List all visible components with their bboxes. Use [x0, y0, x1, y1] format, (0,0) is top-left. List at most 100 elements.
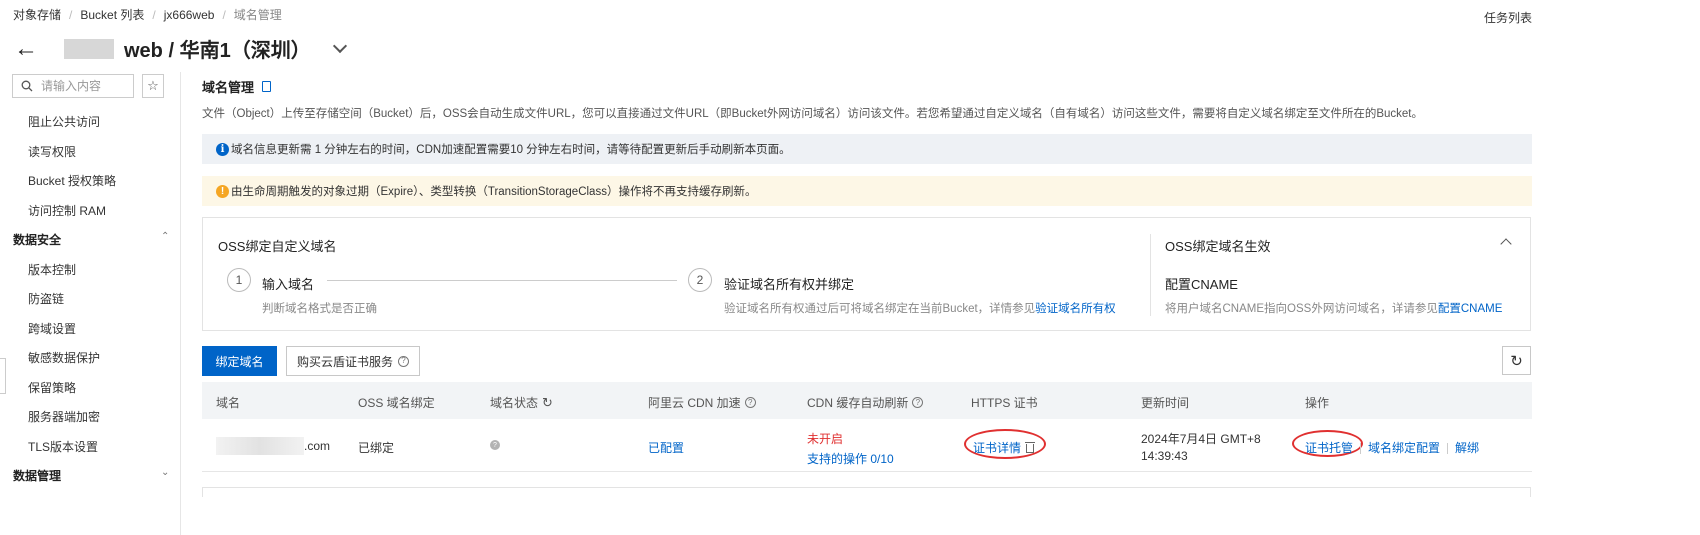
refresh-icon[interactable]: ↻ [542, 395, 553, 411]
sidebar: ☆ 阻止公共访问 读写权限 Bucket 授权策略 访问控制 RAM 数据安全 … [0, 72, 181, 535]
buy-cert-button[interactable]: 购买云盾证书服务 ? [286, 346, 420, 376]
redacted-bucket-name [64, 38, 114, 59]
sidebar-item-hotlink[interactable]: 防盗链 [28, 290, 64, 307]
step-connector [327, 280, 677, 281]
status-unknown-icon: ? [490, 440, 500, 450]
https-cert-cell: 证书详情 [973, 439, 1036, 456]
info-icon: i [216, 142, 229, 156]
page-header: ← web / 华南1（深圳） [14, 34, 347, 63]
binding-steps-card: OSS绑定自定义域名 1 输入域名 判断域名格式是否正确 2 验证域名所有权并绑… [202, 217, 1531, 331]
help-icon[interactable]: ? [744, 397, 756, 408]
side-collapse-handle[interactable] [0, 358, 6, 394]
sidebar-item-tls[interactable]: TLS版本设置 [28, 438, 98, 455]
steps-card-title: OSS绑定自定义域名 [218, 239, 337, 254]
sidebar-item-bucket-policy[interactable]: Bucket 授权策略 [28, 172, 116, 189]
col-actions: 操作 [1305, 396, 1330, 410]
cname-title: 配置CNAME [1165, 277, 1238, 292]
col-cdn-refresh-label: CDN 缓存自动刷新 [807, 396, 909, 410]
col-cdn-label: 阿里云 CDN 加速 [648, 396, 741, 410]
sidebar-item-retention[interactable]: 保留策略 [28, 379, 76, 396]
refresh-icon[interactable]: ↻ [1502, 346, 1531, 375]
col-updated: 更新时间 [1141, 396, 1190, 410]
step-1-label: 输入域名 [262, 277, 315, 292]
trash-icon[interactable] [1025, 442, 1036, 453]
step-2-desc-text: 验证域名所有权通过后可将域名绑定在当前Bucket，详情参见 [724, 303, 1036, 315]
col-cdn-refresh: CDN 缓存自动刷新 ? [807, 394, 924, 411]
cert-hosting-link[interactable]: 证书托管 [1305, 441, 1353, 455]
warning-icon: ! [216, 184, 229, 198]
col-domain: 域名 [216, 396, 241, 410]
section-title-text: 域名管理 [202, 80, 255, 95]
breadcrumb-bucket-list[interactable]: Bucket 列表 [80, 6, 144, 23]
col-https: HTTPS 证书 [971, 396, 1038, 410]
verify-ownership-link[interactable]: 验证域名所有权 [1035, 303, 1116, 315]
info-notice: i 域名信息更新需 1 分钟左右的时间，CDN加速配置需要10 分钟左右时间，请… [202, 134, 1532, 164]
breadcrumb: 对象存储 / Bucket 列表 / jx666web / 域名管理 [13, 6, 282, 23]
breadcrumb-oss[interactable]: 对象存储 [13, 6, 61, 23]
cdn-configured-link[interactable]: 已配置 [648, 439, 684, 456]
step-1-number: 1 [227, 268, 251, 292]
sidebar-item-acl[interactable]: 读写权限 [28, 143, 76, 160]
page-description: 文件（Object）上传至存储空间（Bucket）后，OSS会自动生成文件URL… [202, 108, 1423, 120]
back-arrow-icon[interactable]: ← [14, 35, 44, 63]
chevron-up-icon[interactable]: ⌃ [161, 231, 169, 242]
step-2-label: 验证域名所有权并绑定 [724, 277, 855, 292]
col-cdn: 阿里云 CDN 加速 ? [648, 394, 756, 411]
cname-desc: 将用户域名CNAME指向OSS外网访问域名，详请参见配置CNAME [1165, 300, 1502, 316]
cdn-refresh-status: 未开启 [807, 432, 844, 446]
help-icon[interactable]: ? [398, 355, 409, 367]
step-2-number: 2 [688, 268, 712, 292]
sidebar-search [12, 74, 134, 98]
cname-desc-text: 将用户域名CNAME指向OSS外网访问域名，详请参见 [1165, 303, 1438, 315]
domain-binding-config-link[interactable]: 域名绑定配置 [1368, 441, 1440, 455]
col-domain-status-label: 域名状态 [490, 396, 539, 410]
breadcrumb-bucket[interactable]: jx666web [164, 8, 215, 22]
table-header: 域名 OSS 域名绑定 域名状态 ↻ 阿里云 CDN 加速 ? CDN 缓存自动… [202, 382, 1532, 419]
search-icon [21, 80, 33, 92]
chevron-up-icon[interactable] [1500, 238, 1512, 250]
buy-cert-label: 购买云盾证书服务 [296, 354, 393, 369]
warning-notice-text: 由生命周期触发的对象过期（Expire）、类型转换（TransitionStor… [231, 186, 757, 198]
help-icon[interactable]: ? [912, 397, 924, 408]
chevron-down-icon[interactable] [332, 38, 347, 53]
warning-notice: ! 由生命周期触发的对象过期（Expire）、类型转换（TransitionSt… [202, 176, 1532, 206]
sidebar-item-cors[interactable]: 跨域设置 [28, 320, 76, 337]
star-icon[interactable]: ☆ [142, 74, 164, 98]
page-title: web / 华南1（深圳） [124, 40, 311, 62]
sidebar-search-input[interactable] [41, 79, 131, 93]
cdn-refresh-ops-link[interactable]: 支持的操作 0/10 [807, 450, 894, 467]
cert-detail-link[interactable]: 证书详情 [973, 441, 1021, 455]
breadcrumb-current: 域名管理 [233, 8, 282, 22]
action-separator [1447, 443, 1449, 455]
col-oss-binding: OSS 域名绑定 [358, 396, 435, 410]
unbind-link[interactable]: 解绑 [1455, 441, 1479, 455]
redacted-domain [216, 437, 304, 455]
sidebar-item-sensitive-data[interactable]: 敏感数据保护 [28, 349, 100, 366]
sidebar-item-encryption[interactable]: 服务器端加密 [28, 408, 100, 425]
row-actions: 证书托管 域名绑定配置 解绑 [1305, 439, 1479, 456]
section-title: 域名管理 [202, 77, 272, 96]
sidebar-group-data-management[interactable]: 数据管理 [13, 467, 61, 484]
updated-time: 14:39:43 [1141, 449, 1188, 463]
step-2-desc: 验证域名所有权通过后可将域名绑定在当前Bucket，详情参见验证域名所有权 [724, 300, 1116, 316]
bind-domain-button[interactable]: 绑定域名 [202, 346, 277, 376]
sidebar-item-block-public-access[interactable]: 阻止公共访问 [28, 113, 100, 130]
table-row: .com 已绑定 ? 已配置 未开启 支持的操作 0/10 证书详情 2024年… [202, 419, 1532, 472]
chevron-down-icon[interactable]: ⌄ [161, 467, 169, 478]
oss-binding-status: 已绑定 [358, 441, 395, 455]
breadcrumb-separator: / [222, 7, 226, 22]
cname-config-link[interactable]: 配置CNAME [1438, 303, 1503, 315]
col-domain-status: 域名状态 ↻ [490, 394, 553, 411]
sidebar-item-versioning[interactable]: 版本控制 [28, 261, 76, 278]
clipboard-icon[interactable] [262, 81, 272, 92]
action-separator [1360, 443, 1362, 455]
sidebar-group-data-security[interactable]: 数据安全 [13, 231, 61, 248]
binding-effect-title: OSS绑定域名生效 [1165, 239, 1271, 254]
updated-date: 2024年7月4日 GMT+8 [1141, 432, 1261, 446]
breadcrumb-separator: / [69, 7, 73, 22]
next-card-edge [202, 487, 1531, 497]
info-notice-text: 域名信息更新需 1 分钟左右的时间，CDN加速配置需要10 分钟左右时间，请等待… [231, 144, 791, 156]
sidebar-item-ram[interactable]: 访问控制 RAM [28, 202, 106, 219]
card-divider [1150, 234, 1151, 316]
task-list-link[interactable]: 任务列表 [1484, 9, 1532, 26]
